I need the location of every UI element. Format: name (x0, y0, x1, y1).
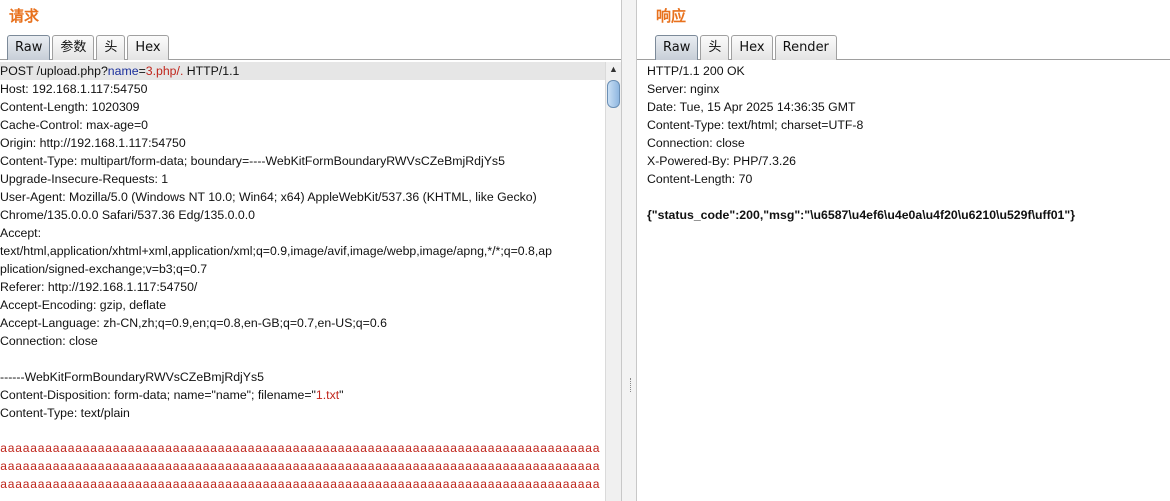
response-body: {"status_code":200,"msg":"\u6587\u4ef6\u… (647, 208, 1075, 222)
header-line: Host: 192.168.1.117:54750 (0, 82, 148, 96)
content-disposition-text: Content-Disposition: form-data; name="na… (0, 388, 316, 402)
header-line: text/html,application/xhtml+xml,applicat… (0, 244, 552, 258)
header-line: Chrome/135.0.0.0 Safari/537.36 Edg/135.0… (0, 208, 255, 222)
body-line: aaaaaaaaaaaaaaaaaaaaaaaaaaaaaaaaaaaaaaaa… (0, 478, 600, 492)
header-line: Accept-Language: zh-CN,zh;q=0.9,en;q=0.8… (0, 316, 387, 330)
header-line: Content-Type: text/html; charset=UTF-8 (647, 118, 864, 132)
response-editor[interactable]: HTTP/1.1 200 OK Server: nginx Date: Tue,… (647, 62, 1170, 501)
header-line: Origin: http://192.168.1.117:54750 (0, 136, 186, 150)
response-tab-raw[interactable]: Raw (655, 35, 699, 60)
scroll-up-arrow-icon[interactable]: ▲ (608, 64, 619, 75)
scroll-thumb[interactable] (607, 80, 620, 108)
header-line: Accept: (0, 226, 42, 240)
request-line: POST /upload.php?name=3.php/. HTTP/1.1 (0, 62, 605, 80)
response-tab-hex[interactable]: Hex (731, 35, 773, 60)
header-line: X-Powered-By: PHP/7.3.26 (647, 154, 796, 168)
request-tab-hex[interactable]: Hex (127, 35, 169, 60)
header-line: Connection: close (647, 136, 745, 150)
splitter-grip-icon[interactable] (630, 378, 632, 392)
header-line: Content-Length: 1020309 (0, 100, 140, 114)
query-param-value: 3.php/. (145, 64, 184, 78)
upload-filename: 1.txt (315, 388, 340, 402)
header-line: Connection: close (0, 334, 98, 348)
response-tab-headers[interactable]: 头 (700, 35, 730, 60)
status-line: HTTP/1.1 200 OK (647, 64, 745, 78)
request-tabbar: Raw 参数 头 Hex (0, 32, 621, 60)
content-disposition-end: " (339, 388, 344, 402)
header-line: Content-Length: 70 (647, 172, 753, 186)
request-tab-raw[interactable]: Raw (7, 35, 51, 60)
header-line: User-Agent: Mozilla/5.0 (Windows NT 10.0… (0, 190, 537, 204)
response-tabbar: Raw 头 Hex Render (637, 32, 1170, 60)
header-line: Server: nginx (647, 82, 720, 96)
request-pane: 请求 Raw 参数 头 Hex POST /upload.php?name=3.… (0, 0, 621, 501)
query-equals: = (138, 64, 146, 78)
request-editor[interactable]: POST /upload.php?name=3.php/. HTTP/1.1 H… (0, 62, 605, 501)
request-title: 请求 (9, 7, 40, 25)
header-line: Content-Type: multipart/form-data; bound… (0, 154, 505, 168)
request-protocol: HTTP/1.1 (183, 64, 240, 78)
part-content-type-line: Content-Type: text/plain (0, 406, 130, 420)
header-line: Accept-Encoding: gzip, deflate (0, 298, 167, 312)
header-line: Date: Tue, 15 Apr 2025 14:36:35 GMT (647, 100, 856, 114)
pane-splitter[interactable] (621, 0, 637, 501)
request-method-path: POST /upload.php? (0, 64, 108, 78)
response-title: 响应 (656, 7, 687, 25)
response-pane: 响应 Raw 头 Hex Render HTTP/1.1 200 OK Serv… (637, 0, 1170, 501)
content-disposition-line: Content-Disposition: form-data; name="na… (0, 386, 605, 404)
body-line: aaaaaaaaaaaaaaaaaaaaaaaaaaaaaaaaaaaaaaaa… (0, 460, 600, 474)
header-line: Cache-Control: max-age=0 (0, 118, 148, 132)
header-line: Upgrade-Insecure-Requests: 1 (0, 172, 169, 186)
boundary-line: ------WebKitFormBoundaryRWVsCZeBmjRdjYs5 (0, 370, 264, 384)
header-line: Referer: http://192.168.1.117:54750/ (0, 280, 198, 294)
query-param-name: name (107, 64, 139, 78)
request-tab-params[interactable]: 参数 (52, 35, 95, 60)
body-line: aaaaaaaaaaaaaaaaaaaaaaaaaaaaaaaaaaaaaaaa… (0, 442, 600, 456)
request-vertical-scrollbar[interactable]: ▲ (605, 62, 621, 501)
response-tab-render[interactable]: Render (774, 35, 837, 60)
request-tab-headers[interactable]: 头 (96, 35, 126, 60)
header-line: plication/signed-exchange;v=b3;q=0.7 (0, 262, 208, 276)
